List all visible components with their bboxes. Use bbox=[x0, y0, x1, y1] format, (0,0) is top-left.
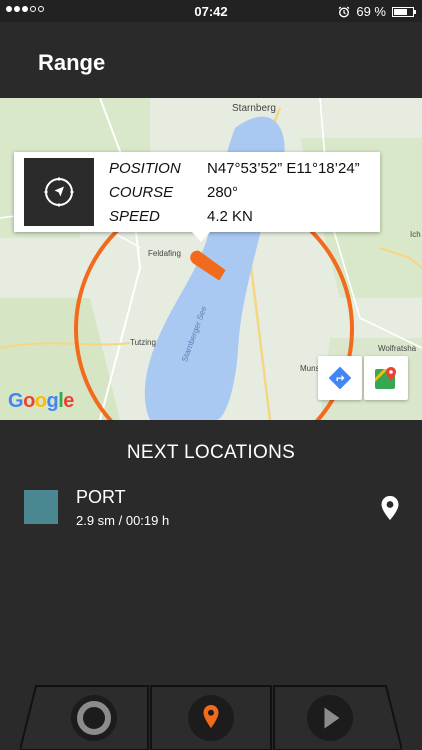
tab-play[interactable] bbox=[268, 684, 402, 750]
position-info-card: POSITION N47°53’52” E11°18’24” COURSE 28… bbox=[14, 152, 380, 242]
location-pin-icon bbox=[188, 695, 234, 741]
map-label-starnberg: Starnberg bbox=[232, 103, 276, 114]
page-title: Range bbox=[38, 50, 106, 75]
map-label-feldafing: Feldafing bbox=[148, 249, 181, 258]
google-maps-icon bbox=[375, 367, 396, 389]
location-name: PORT bbox=[76, 487, 126, 507]
directions-button[interactable] bbox=[318, 356, 362, 400]
location-detail: 2.9 sm / 00:19 h bbox=[76, 513, 170, 528]
position-value: N47°53’52” E11°18’24” bbox=[207, 160, 360, 177]
google-logo: Google bbox=[8, 390, 74, 412]
header: Range bbox=[0, 22, 422, 94]
map-label-muns: Muns bbox=[300, 364, 320, 373]
course-label: COURSE bbox=[109, 184, 174, 201]
battery-percent: 69 % bbox=[356, 4, 386, 19]
status-bar: 07:42 69 % bbox=[0, 0, 422, 22]
tab-locations[interactable] bbox=[150, 684, 272, 750]
circle-icon bbox=[71, 695, 117, 741]
compass-box bbox=[24, 158, 94, 226]
list-item[interactable]: PORT 2.9 sm / 00:19 h bbox=[0, 485, 422, 535]
speed-value: 4.2 KN bbox=[207, 208, 253, 225]
battery-icon bbox=[392, 6, 416, 17]
play-icon bbox=[307, 695, 353, 741]
map-label-ich: Ich bbox=[410, 230, 421, 239]
next-locations-title: NEXT LOCATIONS bbox=[126, 442, 296, 463]
directions-icon bbox=[328, 366, 352, 390]
position-label: POSITION bbox=[109, 160, 181, 177]
alarm-icon bbox=[338, 6, 350, 18]
open-google-maps-button[interactable] bbox=[364, 356, 408, 400]
bottom-navigation bbox=[0, 684, 422, 750]
location-color-swatch bbox=[24, 490, 58, 524]
speed-label: SPEED bbox=[109, 208, 160, 225]
map-label-wolfratshausen: Wolfratsha bbox=[378, 344, 417, 353]
course-value: 280° bbox=[207, 184, 239, 201]
map-label-tutzing: Tutzing bbox=[130, 338, 156, 347]
location-pin-icon[interactable] bbox=[380, 495, 400, 521]
compass-icon bbox=[44, 177, 74, 207]
tab-range-circle[interactable] bbox=[20, 684, 154, 750]
